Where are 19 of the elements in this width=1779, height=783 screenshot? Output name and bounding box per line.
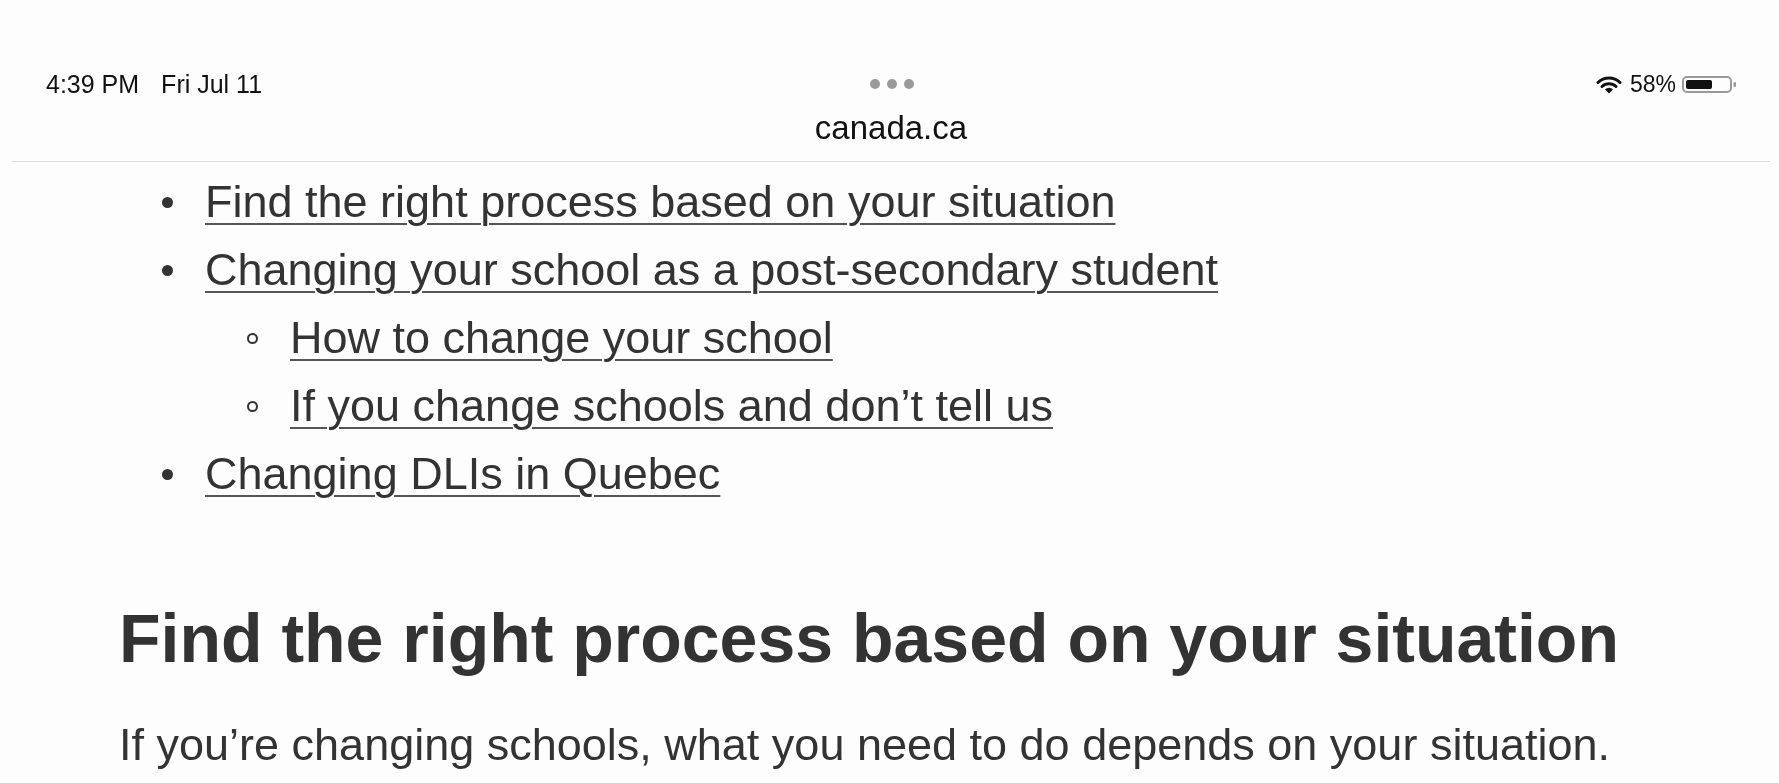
- bullet-icon: [247, 400, 258, 412]
- body-paragraph: If you’re changing schools, what you need to do depends on your situation.: [119, 718, 1611, 772]
- address-text[interactable]: canada.ca: [814, 110, 968, 146]
- bullet-icon: [162, 196, 173, 208]
- bullet-icon: [247, 332, 258, 344]
- toc-link[interactable]: If you change schools and don’t tell us: [290, 378, 1053, 434]
- battery-icon: [1682, 75, 1737, 93]
- toc-link[interactable]: Find the right process based on your situation: [205, 174, 1116, 230]
- wifi-icon: [1595, 74, 1622, 94]
- status-time: 4:39 PM: [46, 69, 140, 99]
- more-dots-icon[interactable]: [869, 79, 914, 89]
- toc-link[interactable]: How to change your school: [290, 310, 833, 366]
- section-heading: Find the right process based on your situation: [119, 599, 1620, 678]
- bullet-icon: [162, 264, 173, 276]
- toc-link[interactable]: Changing your school as a post-secondary student: [205, 242, 1219, 298]
- bullet-icon: [162, 468, 173, 480]
- toc-link[interactable]: Changing DLIs in Quebec: [205, 446, 721, 502]
- status-date: Fri Jul 11: [161, 69, 263, 99]
- battery-percent: 58%: [1629, 70, 1676, 99]
